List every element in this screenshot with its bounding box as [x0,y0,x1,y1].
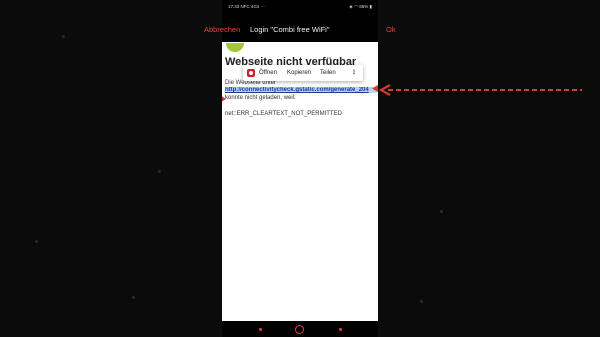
wifi-icon: ◠ [354,4,358,9]
error-description-end: konnte nicht geladen, weil: [225,95,296,101]
nav-recents-button[interactable] [339,328,342,331]
signal-icon: ··· [260,4,266,9]
battery-icon: ▮ [369,4,372,9]
battery-level: 86% [359,4,369,9]
selection-handle-left[interactable] [222,95,226,103]
pointer-arrow-icon [378,84,582,96]
background-star [440,210,443,213]
navigation-bar [222,322,378,337]
background-star [158,170,161,173]
selected-url-link[interactable]: http://connectivitycheck.gstatic.com/gen… [225,87,377,93]
android-icon [226,43,244,52]
nav-back-button[interactable] [259,328,262,331]
webview[interactable]: Webseite nicht verfügbar Die Webseite un… [222,42,378,321]
share-button[interactable]: Teilen [320,65,336,81]
phone-screen: 17:33 NFC 4Gs ··· ◈ ◠ 86% ▮ Abbrechen Lo… [204,0,396,337]
app-icon[interactable] [247,69,255,77]
cancel-button[interactable]: Abbrechen [204,22,240,38]
ok-button[interactable]: Ok [386,22,396,38]
text-selection-popup: Öffnen Kopieren Teilen ⋮ [243,65,363,81]
background-star [62,35,65,38]
status-bar: 17:33 NFC 4Gs ··· ◈ ◠ 86% ▮ [222,2,378,12]
background-star [35,240,38,243]
nav-home-button[interactable] [295,325,304,334]
status-time: 17:33 [228,4,240,9]
copy-button[interactable]: Kopieren [287,65,311,81]
status-indicators: NFC 4Gs [240,4,260,9]
more-options-icon[interactable]: ⋮ [351,65,357,81]
background-star [132,296,135,299]
background-star [420,300,423,303]
nfc-icon: ◈ [349,4,353,9]
page-title: Login "Combi free WiFi" [250,25,330,34]
error-code: net::ERR_CLEARTEXT_NOT_PERMITTED [225,111,342,117]
open-button[interactable]: Öffnen [259,65,277,81]
title-bar: Abbrechen Login "Combi free WiFi" Ok [198,22,402,38]
